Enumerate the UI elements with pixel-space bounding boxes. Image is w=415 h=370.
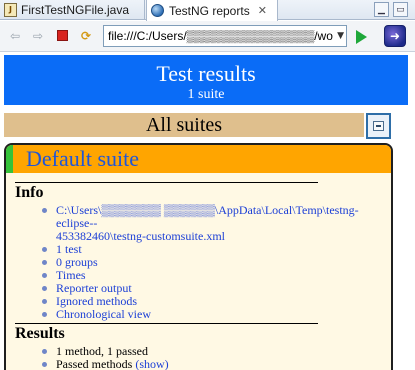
times-link[interactable]: Times bbox=[56, 268, 86, 282]
ignored-methods-link[interactable]: Ignored methods bbox=[56, 294, 137, 308]
collapse-icon bbox=[373, 121, 384, 131]
java-file-icon: J bbox=[4, 3, 17, 17]
tab-label: TestNG reports bbox=[169, 3, 250, 18]
suite-header[interactable]: Default suite bbox=[6, 145, 391, 173]
minimize-icon[interactable]: ▁ bbox=[374, 2, 389, 17]
collapse-button[interactable] bbox=[366, 113, 391, 139]
globe-icon bbox=[151, 4, 164, 17]
maximize-icon[interactable]: ▭ bbox=[393, 2, 408, 17]
all-suites-bar: All suites bbox=[4, 113, 364, 137]
info-heading: Info bbox=[15, 184, 44, 201]
tab-label: FirstTestNGFile.java bbox=[21, 3, 130, 17]
results-heading: Results bbox=[15, 325, 65, 342]
show-passed-link[interactable]: (show) bbox=[135, 357, 168, 370]
tab-first-testng-file[interactable]: J FirstTestNGFile.java bbox=[0, 0, 145, 20]
suite-file-link-line1[interactable]: C:\Users\▒▒▒▒▒▒▒ ▒▒▒▒▒▒\AppData\Local\Te… bbox=[56, 203, 359, 230]
suite-status-marker bbox=[6, 145, 13, 173]
results-list: 1 method, 1 passed Passed methods (show) bbox=[42, 345, 169, 370]
page-title: Test results bbox=[156, 61, 256, 86]
list-item[interactable]: 0 groups bbox=[42, 256, 391, 269]
close-tab-icon[interactable]: ✕ bbox=[258, 4, 267, 17]
list-item[interactable]: Chronological view bbox=[42, 308, 391, 321]
tab-testng-reports[interactable]: TestNG reports ✕ bbox=[146, 0, 278, 21]
browser-toolbar: ⇦ ⇨ ⟳ file:///C:/Users/▒▒▒▒▒▒▒▒▒▒▒▒▒▒▒/w… bbox=[0, 21, 415, 52]
info-list: C:\Users\▒▒▒▒▒▒▒ ▒▒▒▒▒▒\AppData\Local\Te… bbox=[42, 204, 391, 321]
reporter-output-link[interactable]: Reporter output bbox=[56, 281, 132, 295]
external-browser-icon[interactable]: ➜ bbox=[384, 25, 406, 47]
methods-summary: 1 method, 1 passed bbox=[56, 344, 148, 358]
report-page: Test results 1 suite All suites Default … bbox=[0, 53, 415, 370]
stop-icon[interactable] bbox=[56, 29, 70, 43]
refresh-icon[interactable]: ⟳ bbox=[79, 29, 93, 43]
results-header: Test results 1 suite bbox=[4, 55, 408, 105]
list-item[interactable]: C:\Users\▒▒▒▒▒▒▒ ▒▒▒▒▒▒\AppData\Local\Te… bbox=[42, 204, 391, 243]
groups-link[interactable]: 0 groups bbox=[56, 255, 98, 269]
list-item: Passed methods (show) bbox=[42, 358, 169, 370]
divider bbox=[15, 323, 318, 324]
passed-methods-label: Passed methods bbox=[56, 357, 133, 370]
suite-name: Default suite bbox=[26, 146, 140, 171]
suite-count: 1 suite bbox=[187, 87, 225, 102]
go-arrow-icon[interactable] bbox=[356, 30, 367, 44]
divider bbox=[15, 182, 318, 183]
editor-tab-bar: J FirstTestNGFile.java TestNG reports ✕ … bbox=[0, 0, 415, 21]
url-input[interactable]: file:///C:/Users/▒▒▒▒▒▒▒▒▒▒▒▒▒▒▒/wo ▼ bbox=[103, 25, 347, 47]
suite-card: Default suite Info C:\Users\▒▒▒▒▒▒▒ ▒▒▒▒… bbox=[4, 143, 393, 370]
forward-arrow-icon[interactable]: ⇨ bbox=[31, 29, 45, 43]
chronological-view-link[interactable]: Chronological view bbox=[56, 307, 151, 321]
url-text: file:///C:/Users/▒▒▒▒▒▒▒▒▒▒▒▒▒▒▒/wo bbox=[108, 29, 333, 43]
suite-file-link-line2[interactable]: 453382460\testng-customsuite.xml bbox=[56, 229, 225, 243]
url-dropdown-icon[interactable]: ▼ bbox=[337, 26, 344, 46]
tests-link[interactable]: 1 test bbox=[56, 242, 82, 256]
back-arrow-icon[interactable]: ⇦ bbox=[8, 29, 22, 43]
